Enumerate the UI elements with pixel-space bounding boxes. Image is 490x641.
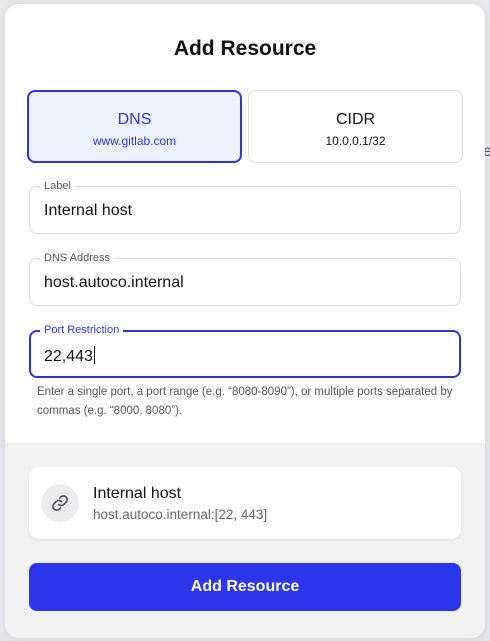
text-caret (93, 346, 95, 364)
port-restriction-field-value[interactable]: 22,443 (44, 348, 93, 365)
dns-address-field[interactable]: DNS Address host.autoco.internal (29, 251, 461, 306)
port-restriction-field[interactable]: Port Restriction 22,443 (29, 323, 461, 378)
type-option-cidr-label: CIDR (335, 111, 376, 128)
type-option-dns-example: www.gitlab.com (92, 134, 177, 148)
preview-name: Internal host (93, 485, 182, 502)
dialog-footer: Internal host host.autoco.internal:[22, … (5, 443, 485, 638)
add-resource-button[interactable]: Add Resource (29, 563, 461, 611)
dns-address-field-value[interactable]: host.autoco.internal (44, 274, 184, 292)
dialog-title: Add Resource (173, 37, 317, 60)
add-resource-dialog: Add Resource DNS www.gitlab.com CIDR 10.… (5, 4, 485, 638)
type-option-cidr[interactable]: CIDR 10.0.0.1/32 (248, 90, 463, 163)
type-option-dns-label: DNS (117, 111, 152, 128)
dns-address-field-label: DNS Address (40, 251, 115, 265)
preview-address: host.autoco.internal:[22, 443] (93, 507, 268, 522)
port-restriction-field-label: Port Restriction (40, 323, 124, 337)
type-option-dns[interactable]: DNS www.gitlab.com (27, 90, 242, 163)
port-helper-text: Enter a single port, a port range (e.g. … (37, 386, 453, 417)
link-icon (41, 484, 79, 522)
resource-preview-card: Internal host host.autoco.internal:[22, … (29, 467, 461, 539)
label-field[interactable]: Label Internal host (29, 179, 461, 234)
label-field-label: Label (40, 179, 75, 193)
type-option-cidr-example: 10.0.0.1/32 (325, 134, 386, 148)
port-restriction-field-value-wrap[interactable]: 22,443 (44, 346, 95, 366)
label-field-value[interactable]: Internal host (44, 202, 132, 220)
